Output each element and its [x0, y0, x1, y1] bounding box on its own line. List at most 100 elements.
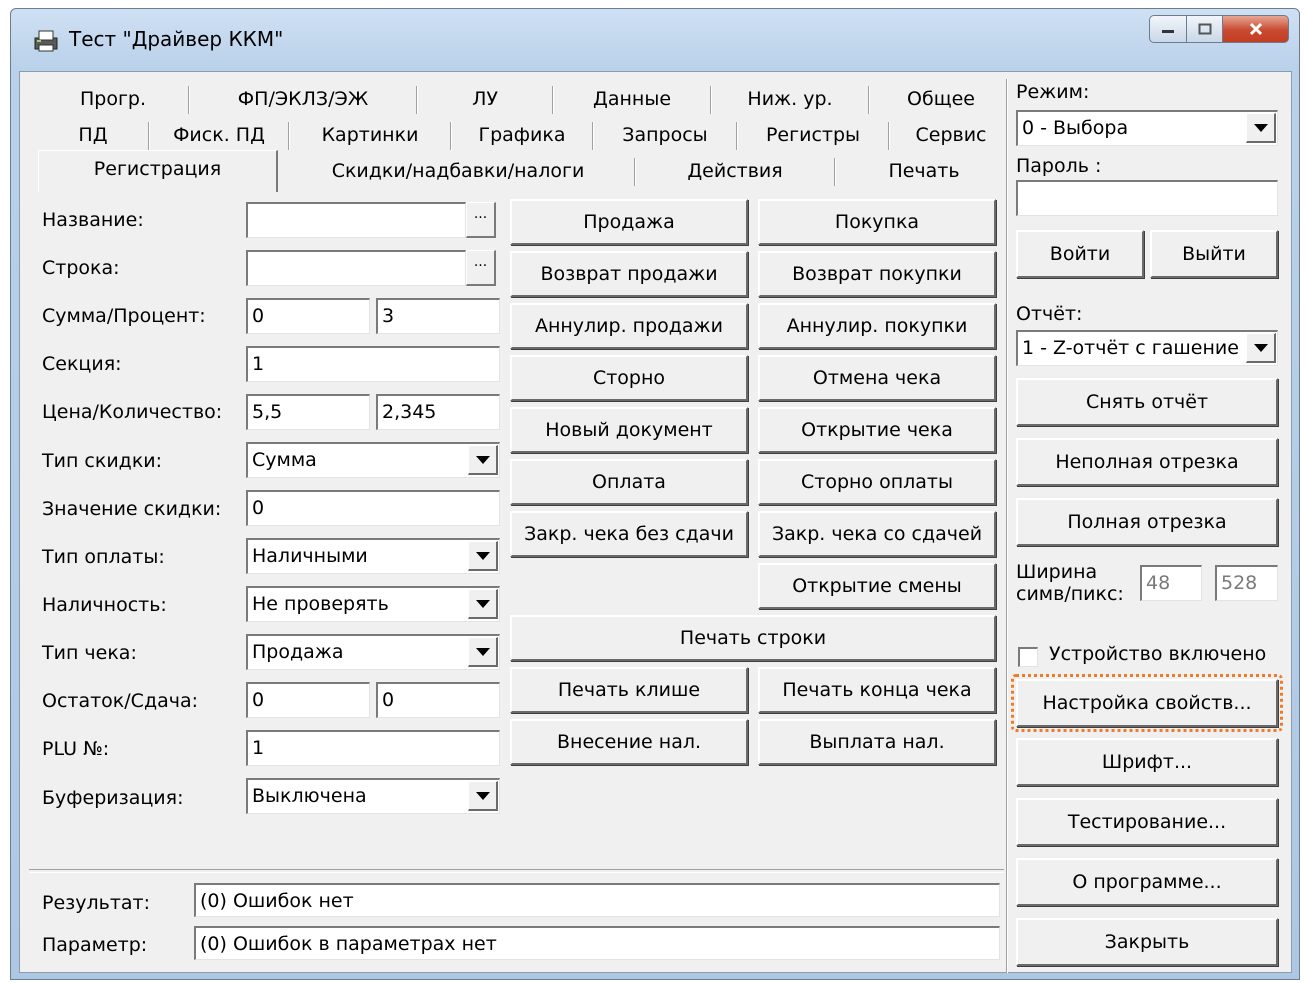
tab-service[interactable]: Сервис [890, 118, 1012, 152]
cancel-receipt-button[interactable]: Отмена чека [758, 355, 996, 401]
cash-select[interactable]: Не проверять [246, 586, 500, 622]
payment-button[interactable]: Оплата [510, 459, 748, 505]
tab-pd[interactable]: ПД [38, 118, 148, 152]
line-browse-button[interactable]: ... [466, 250, 496, 286]
width-label-line-2: симв/пикс: [1016, 583, 1124, 605]
change-input[interactable]: 0 [376, 682, 500, 718]
discount-value-input[interactable]: 0 [246, 490, 500, 526]
print-footer-button[interactable]: Печать конца чека [758, 667, 996, 713]
storno-payment-button[interactable]: Сторно оплаты [758, 459, 996, 505]
return-purchase-button[interactable]: Возврат покупки [758, 251, 996, 297]
password-label: Пароль : [1016, 155, 1102, 177]
tab-row-2: ПД Фиск. ПД Картинки Графика Запросы Рег… [38, 118, 1013, 154]
full-cut-button[interactable]: Полная отрезка [1016, 498, 1278, 546]
chevron-down-icon [475, 599, 490, 608]
title-bar[interactable]: Тест "Драйвер ККМ" [11, 9, 1299, 71]
section-input[interactable]: 1 [246, 346, 500, 382]
tab-progr[interactable]: Прогр. [38, 82, 188, 116]
close-receipt-no-change-button[interactable]: Закр. чека без сдачи [510, 511, 748, 557]
price-input[interactable]: 5,5 [246, 394, 370, 430]
quantity-input[interactable]: 2,345 [376, 394, 500, 430]
tab-fisk-pd[interactable]: Фиск. ПД [150, 118, 288, 152]
mode-select[interactable]: 0 - Выбора [1016, 110, 1278, 146]
storno-button[interactable]: Сторно [510, 355, 748, 401]
caption-buttons [1149, 15, 1289, 45]
tab-graphics[interactable]: Графика [452, 118, 592, 152]
cash-out-button[interactable]: Выплата нал. [758, 719, 996, 765]
rest-input[interactable]: 0 [246, 682, 370, 718]
line-input[interactable] [246, 250, 466, 286]
tab-data[interactable]: Данные [554, 82, 710, 116]
cash-label: Наличность: [42, 594, 167, 616]
name-browse-button[interactable]: ... [466, 202, 496, 238]
payment-type-dropdown-button[interactable] [468, 541, 498, 571]
tab-row-3: Регистрация Скидки/надбавки/налоги Дейст… [38, 150, 1013, 192]
tab-queries[interactable]: Запросы [594, 118, 736, 152]
annul-sale-button[interactable]: Аннулир. продажи [510, 303, 748, 349]
buffer-dropdown-button[interactable] [468, 781, 498, 811]
maximize-button[interactable] [1187, 15, 1223, 43]
payment-type-value: Наличными [252, 545, 368, 567]
print-header-button[interactable]: Печать клише [510, 667, 748, 713]
tab-lu[interactable]: ЛУ [418, 82, 552, 116]
about-button[interactable]: О программе... [1016, 858, 1278, 906]
minimize-icon [1162, 30, 1174, 33]
tab-registers[interactable]: Регистры [738, 118, 888, 152]
close-receipt-with-change-button[interactable]: Закр. чека со сдачей [758, 511, 996, 557]
report-label: Отчёт: [1016, 303, 1083, 325]
report-select[interactable]: 1 - Z-отчёт с гашение [1016, 330, 1278, 366]
tab-registration[interactable]: Регистрация [38, 150, 278, 192]
take-report-button[interactable]: Снять отчёт [1016, 378, 1278, 426]
name-input[interactable] [246, 202, 466, 238]
receipt-type-dropdown-button[interactable] [468, 637, 498, 667]
payment-type-select[interactable]: Наличными [246, 538, 500, 574]
result-field: (0) Ошибок нет [194, 883, 1000, 917]
discount-type-value: Сумма [252, 449, 317, 471]
device-enabled-checkbox[interactable] [1018, 647, 1038, 667]
app-window: Тест "Драйвер ККМ" Прогр. ФП/ЭКЛЗ/ЭЖ ЛУ … [10, 8, 1300, 980]
receipt-type-select[interactable]: Продажа [246, 634, 500, 670]
login-button[interactable]: Войти [1016, 230, 1144, 278]
minimize-button[interactable] [1149, 15, 1187, 43]
width-chars-input: 48 [1140, 565, 1202, 601]
tab-low-level[interactable]: Ниж. ур. [712, 82, 868, 116]
close-icon [1249, 22, 1262, 36]
tab-general[interactable]: Общее [870, 82, 1012, 116]
font-button[interactable]: Шрифт... [1016, 738, 1278, 786]
cash-dropdown-button[interactable] [468, 589, 498, 619]
cash-in-button[interactable]: Внесение нал. [510, 719, 748, 765]
mode-dropdown-button[interactable] [1246, 113, 1276, 143]
tab-fp-eklz[interactable]: ФП/ЭКЛЗ/ЭЖ [190, 82, 416, 116]
properties-button[interactable]: Настройка свойств... [1016, 679, 1278, 727]
purchase-button[interactable]: Покупка [758, 199, 996, 245]
chevron-down-icon [475, 791, 490, 800]
buffer-select[interactable]: Выключена [246, 778, 500, 814]
logout-button[interactable]: Выйти [1150, 230, 1278, 278]
report-dropdown-button[interactable] [1246, 333, 1276, 363]
device-enabled-label[interactable]: Устройство включено [1049, 643, 1266, 665]
return-sale-button[interactable]: Возврат продажи [510, 251, 748, 297]
plu-input[interactable]: 1 [246, 730, 500, 766]
report-value: 1 - Z-отчёт с гашение [1022, 337, 1239, 359]
percent-input[interactable]: 3 [376, 298, 500, 334]
new-document-button[interactable]: Новый документ [510, 407, 748, 453]
tab-actions[interactable]: Действия [636, 154, 834, 188]
close-button[interactable]: Закрыть [1016, 918, 1278, 966]
sale-button[interactable]: Продажа [510, 199, 748, 245]
password-input[interactable] [1016, 180, 1278, 216]
tab-print[interactable]: Печать [836, 154, 1012, 188]
sum-input[interactable]: 0 [246, 298, 370, 334]
annul-purchase-button[interactable]: Аннулир. покупки [758, 303, 996, 349]
tab-pictures[interactable]: Картинки [290, 118, 450, 152]
open-shift-button[interactable]: Открытие смены [758, 563, 996, 609]
partial-cut-button[interactable]: Неполная отрезка [1016, 438, 1278, 486]
open-receipt-button[interactable]: Открытие чека [758, 407, 996, 453]
close-window-button[interactable] [1223, 15, 1289, 43]
print-line-button[interactable]: Печать строки [510, 615, 996, 661]
discount-type-dropdown-button[interactable] [468, 445, 498, 475]
discount-type-select[interactable]: Сумма [246, 442, 500, 478]
buffer-value: Выключена [252, 785, 367, 807]
testing-button[interactable]: Тестирование... [1016, 798, 1278, 846]
param-label: Параметр: [42, 934, 148, 956]
tab-discounts[interactable]: Скидки/надбавки/налоги [282, 154, 634, 188]
